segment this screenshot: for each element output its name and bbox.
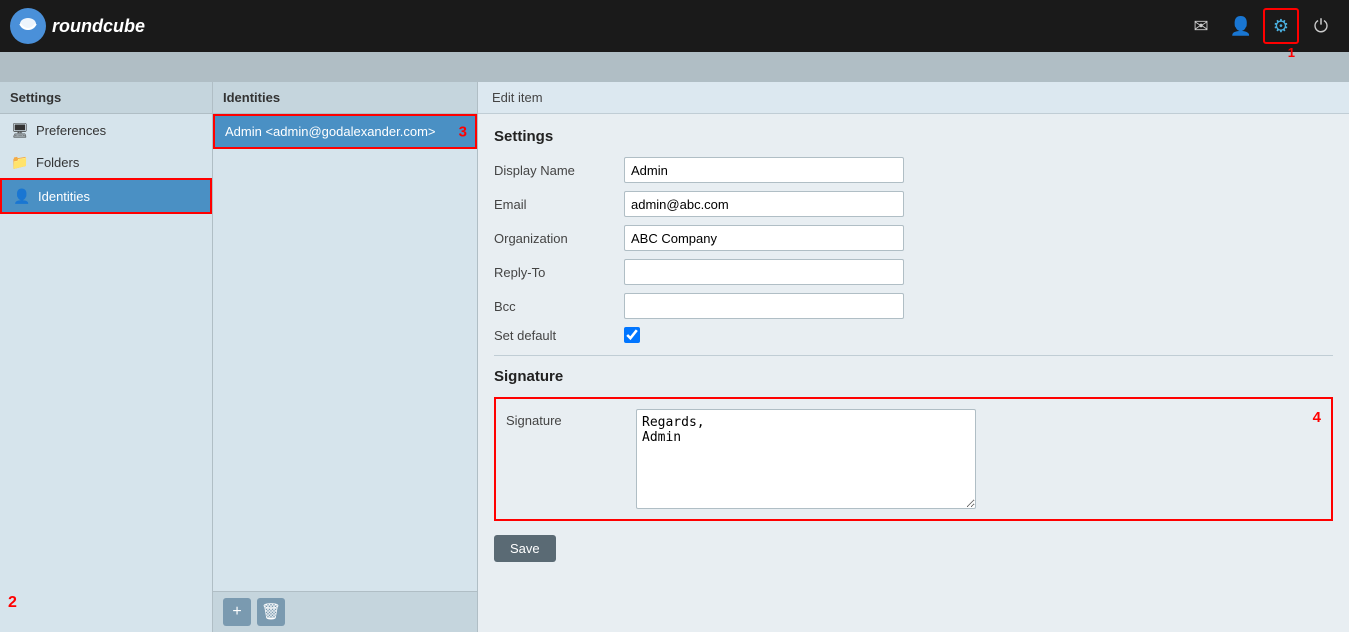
reply-to-label: Reply-To <box>494 265 624 280</box>
identities-panel-header: Identities <box>213 82 477 114</box>
signature-section-box: Signature Regards, Admin 4 <box>494 397 1333 521</box>
settings-panel: Settings 🖥 Preferences 📁 Folders 👤 Ident… <box>0 82 213 632</box>
nav-item-folders-label: Folders <box>36 155 79 170</box>
save-button[interactable]: Save <box>494 535 556 562</box>
identity-item-admin[interactable]: Admin <admin@godalexander.com> 3 <box>213 114 477 149</box>
power-button[interactable]: ⏻ <box>1303 8 1339 44</box>
edit-panel: Edit item Settings Display Name Email Or… <box>478 82 1349 632</box>
annotation-1: 1 <box>1288 45 1295 60</box>
topbar-actions: ✉ 👤 ⚙ 1 ⏻ <box>1183 8 1339 44</box>
signature-row: Signature Regards, Admin <box>506 409 1321 509</box>
user-icon: 👤 <box>1230 16 1252 37</box>
identities-footer: + 🗑 <box>213 591 477 632</box>
user-button[interactable]: 👤 <box>1223 8 1259 44</box>
settings-section-title: Settings <box>494 128 1333 145</box>
mail-button[interactable]: ✉ <box>1183 8 1219 44</box>
display-name-row: Display Name <box>494 157 1333 183</box>
settings-button[interactable]: ⚙ 1 <box>1263 8 1299 44</box>
annotation-3: 3 <box>459 123 467 140</box>
bcc-input[interactable] <box>624 293 904 319</box>
add-identity-button[interactable]: + <box>223 598 251 626</box>
signature-label: Signature <box>506 409 636 428</box>
email-row: Email <box>494 191 1333 217</box>
app-logo: roundcube <box>10 8 145 44</box>
set-default-row: Set default <box>494 327 1333 343</box>
bcc-row: Bcc <box>494 293 1333 319</box>
logo-icon <box>10 8 46 44</box>
section-divider <box>494 355 1333 356</box>
nav-item-folders[interactable]: 📁 Folders <box>0 146 212 178</box>
nav-item-preferences[interactable]: 🖥 Preferences <box>0 114 212 146</box>
settings-icon: ⚙ <box>1273 16 1289 37</box>
signature-textarea[interactable]: Regards, Admin <box>636 409 976 509</box>
identities-empty-space <box>213 149 477 591</box>
power-icon: ⏻ <box>1314 16 1328 37</box>
nav-item-identities-label: Identities <box>38 189 90 204</box>
identity-label: Admin <admin@godalexander.com> <box>225 124 436 139</box>
subtopbar <box>0 52 1349 82</box>
organization-input[interactable] <box>624 225 904 251</box>
folders-icon: 📁 <box>12 154 28 170</box>
identities-icon: 👤 <box>14 188 30 204</box>
email-label: Email <box>494 197 624 212</box>
reply-to-row: Reply-To <box>494 259 1333 285</box>
bcc-label: Bcc <box>494 299 624 314</box>
signature-section-title: Signature <box>494 368 1333 385</box>
main-layout: Settings 🖥 Preferences 📁 Folders 👤 Ident… <box>0 82 1349 632</box>
annotation-4: 4 <box>1313 409 1321 426</box>
edit-panel-header: Edit item <box>478 82 1349 114</box>
edit-content: Settings Display Name Email Organization… <box>478 114 1349 576</box>
nav-item-identities[interactable]: 👤 Identities <box>0 178 212 214</box>
annotation-2: 2 <box>8 594 17 612</box>
set-default-checkbox[interactable] <box>624 327 640 343</box>
topbar: roundcube ✉ 👤 ⚙ 1 ⏻ <box>0 0 1349 52</box>
display-name-input[interactable] <box>624 157 904 183</box>
set-default-label: Set default <box>494 328 624 343</box>
settings-panel-header: Settings <box>0 82 212 114</box>
nav-item-preferences-label: Preferences <box>36 123 106 138</box>
preferences-icon: 🖥 <box>12 122 28 138</box>
reply-to-input[interactable] <box>624 259 904 285</box>
mail-icon: ✉ <box>1193 16 1208 37</box>
delete-identity-button[interactable]: 🗑 <box>257 598 285 626</box>
display-name-label: Display Name <box>494 163 624 178</box>
organization-label: Organization <box>494 231 624 246</box>
organization-row: Organization <box>494 225 1333 251</box>
email-input[interactable] <box>624 191 904 217</box>
app-name: roundcube <box>52 16 145 37</box>
identities-panel: Identities Admin <admin@godalexander.com… <box>213 82 478 632</box>
